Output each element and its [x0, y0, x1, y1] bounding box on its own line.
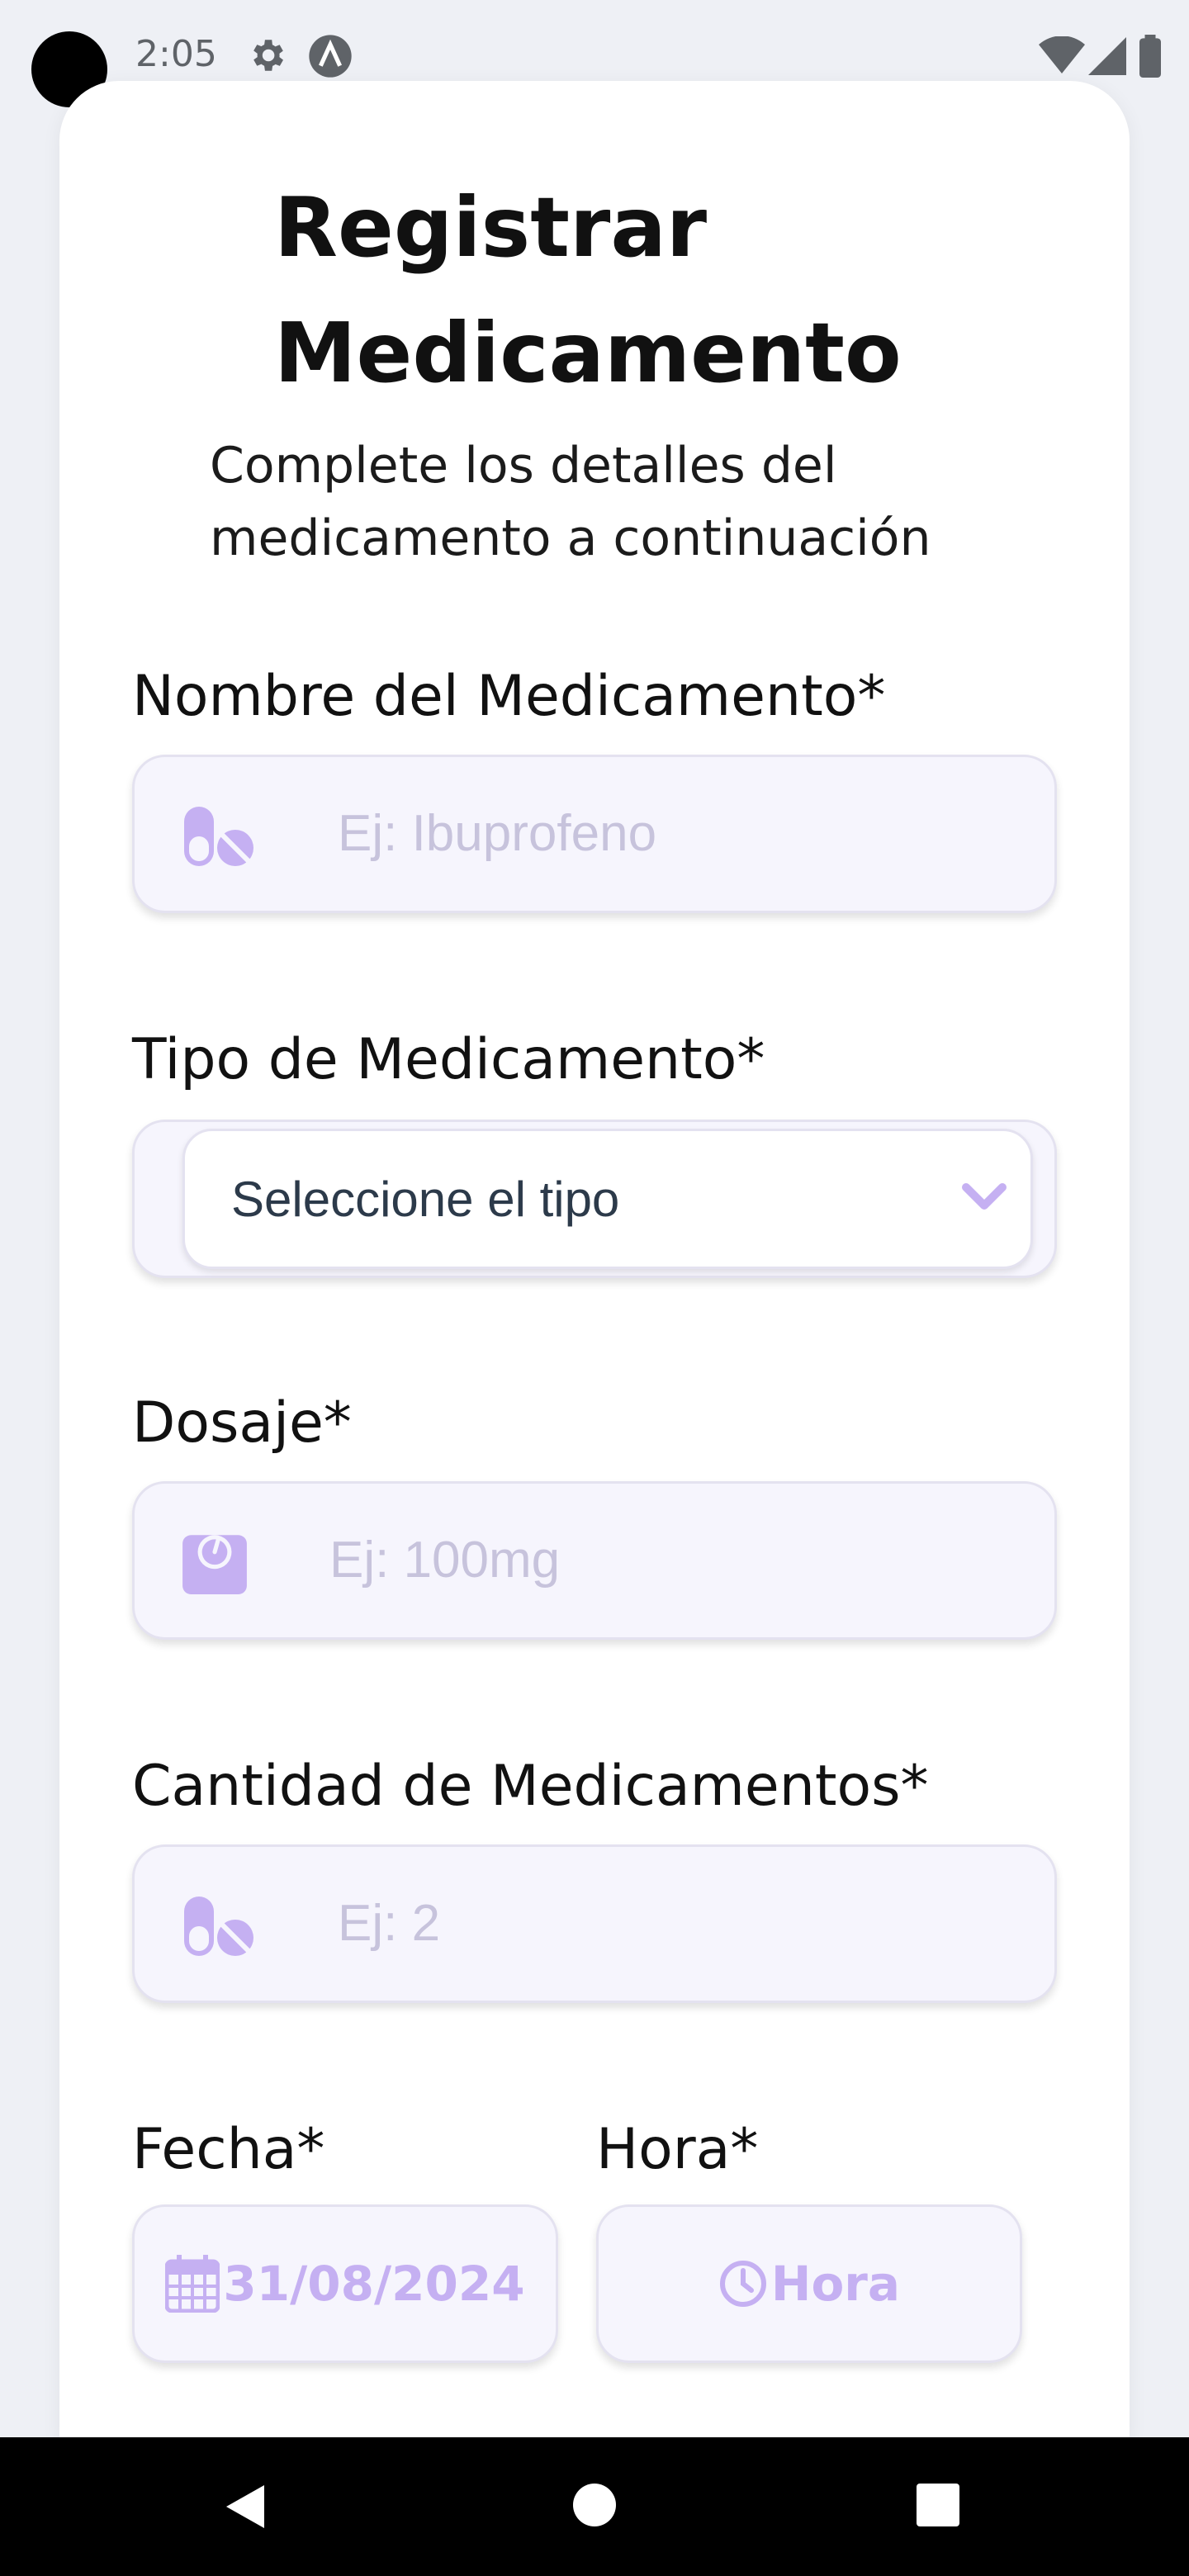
settings-icon [253, 40, 283, 71]
app-notification-icon [309, 35, 352, 78]
title-line-1: Registrar [274, 179, 708, 276]
signal-icon [1088, 37, 1126, 75]
subtitle-line-2: medicamento a continuación [210, 509, 931, 567]
time-picker-button[interactable]: Hora [596, 2204, 1022, 2363]
page-subtitle: Complete los detalles del medicamento a … [210, 429, 1035, 575]
page-title: Registrar Medicamento [274, 165, 1017, 416]
medication-name-input[interactable]: Ej: Ibuprofeno [132, 755, 1057, 913]
system-navigation-bar [0, 2437, 1189, 2576]
back-icon[interactable] [221, 2482, 271, 2531]
scale-icon [182, 1535, 247, 1594]
quantity-input[interactable]: Ej: 2 [132, 1844, 1057, 2003]
dosage-placeholder: Ej: 100mg [329, 1532, 561, 1589]
time-value: Hora [770, 2256, 901, 2312]
date-value: 31/08/2024 [223, 2256, 525, 2312]
medication-type-container: Seleccione el tipo [132, 1120, 1057, 1278]
medication-type-label: Tipo de Medicamento* [132, 1027, 765, 1092]
dosage-input[interactable]: Ej: 100mg [132, 1481, 1057, 1640]
calendar-icon [165, 2255, 220, 2313]
status-time: 2:05 [135, 33, 217, 75]
recents-icon[interactable] [917, 2484, 959, 2526]
clock-icon [719, 2261, 766, 2307]
medication-type-select[interactable]: Seleccione el tipo [182, 1129, 1033, 1269]
date-picker-button[interactable]: 31/08/2024 [132, 2204, 558, 2363]
medication-name-placeholder: Ej: Ibuprofeno [338, 805, 657, 862]
wifi-icon [1039, 36, 1085, 73]
home-icon[interactable] [571, 2482, 618, 2528]
chevron-down-icon [962, 1183, 1007, 1210]
pills-icon [184, 1896, 253, 1956]
dosage-label: Dosaje* [132, 1390, 352, 1456]
pills-icon [184, 807, 253, 866]
medication-type-value: Seleccione el tipo [231, 1172, 620, 1227]
quantity-label: Cantidad de Medicamentos* [132, 1754, 929, 1819]
time-label: Hora* [596, 2117, 759, 2182]
title-line-2: Medicamento [274, 305, 902, 401]
quantity-placeholder: Ej: 2 [338, 1895, 441, 1952]
subtitle-line-1: Complete los detalles del [210, 437, 837, 495]
date-label: Fecha* [132, 2117, 325, 2182]
battery-icon [1139, 35, 1161, 78]
medication-name-label: Nombre del Medicamento* [132, 664, 886, 729]
